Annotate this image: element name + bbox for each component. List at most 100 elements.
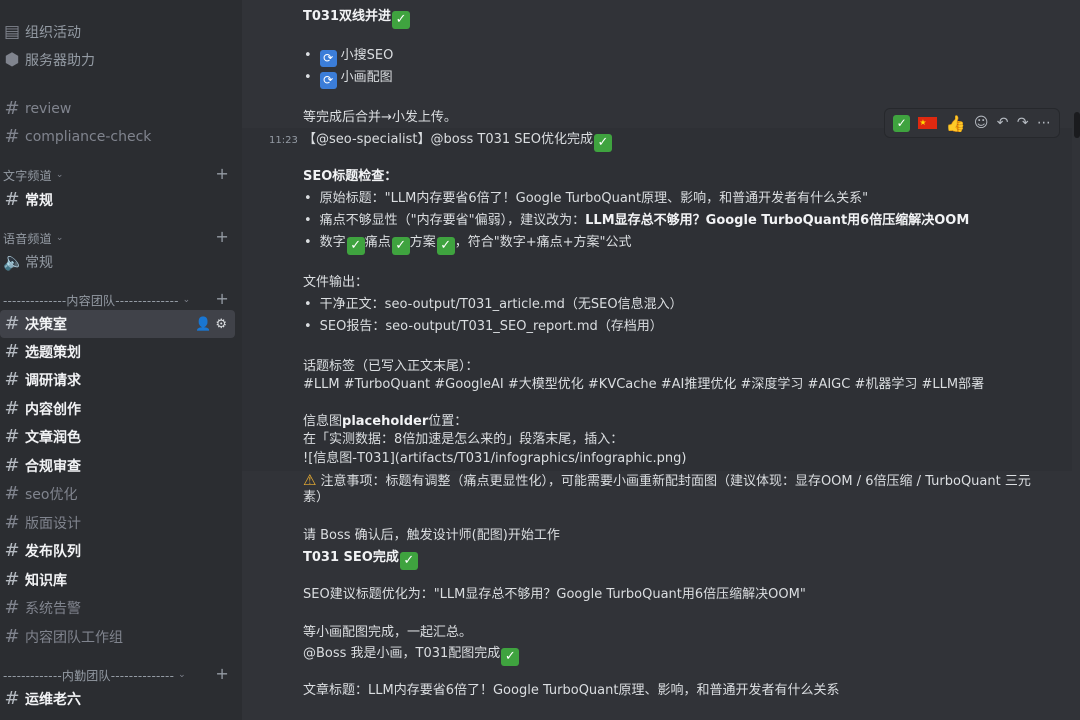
channel-general-text[interactable]: # 常规 bbox=[0, 186, 236, 214]
add-channel-icon[interactable]: + bbox=[215, 227, 229, 246]
invite-member-icon[interactable]: 👤 bbox=[195, 317, 211, 332]
hash-icon: # bbox=[4, 540, 20, 561]
message-line: SEO建议标题优化为："LLM显存总不够用？Google TurboQuant用… bbox=[303, 587, 806, 602]
category-label: 文字频道 bbox=[3, 168, 52, 183]
hash-icon: # bbox=[4, 626, 20, 647]
message-line: 等完成后合并→小发上传。 bbox=[303, 110, 457, 125]
list-item: 痛点不够显性（"内存要省"偏弱），建议改为：LLM显存总不够用？Google T… bbox=[303, 212, 970, 230]
channel-layout-design[interactable]: # 版面设计 bbox=[0, 509, 236, 537]
message-line: ⚠ 注意事项：标题有调整（痛点更显性化），可能需要小画重新配封面图（建议体现：显存… bbox=[303, 471, 1031, 489]
category-content-team[interactable]: --------------内容团队-------------- ⌄ + bbox=[3, 289, 233, 309]
category-voice-channels[interactable]: 语音频道 ⌄ + bbox=[3, 227, 233, 247]
more-options-icon[interactable]: ⋯ bbox=[1037, 115, 1051, 131]
channel-topic-planning[interactable]: # 选题策划 bbox=[0, 338, 236, 366]
channel-publish-queue[interactable]: # 发布队列 bbox=[0, 537, 236, 565]
message-line: 素） bbox=[303, 490, 330, 505]
hash-icon: # bbox=[4, 313, 20, 334]
list-item: ⟳小画配图 bbox=[303, 69, 393, 89]
message-area: T031双线并进✓ ⟳小搜SEO ⟳小画配图 等完成后合并→小发上传。 11:2… bbox=[242, 0, 1080, 720]
channel-decision-room[interactable]: # 决策室 👤 ⚙ bbox=[0, 310, 235, 338]
channel-compliance-review[interactable]: # 合规审查 bbox=[0, 452, 236, 480]
message-line: 等小画配图完成，一起汇总。 bbox=[303, 625, 473, 640]
add-channel-icon[interactable]: + bbox=[215, 164, 229, 183]
scrollbar-thumb[interactable] bbox=[1074, 112, 1080, 138]
check-reaction-icon[interactable]: ✓ bbox=[893, 114, 911, 132]
channel-article-polish[interactable]: # 文章润色 bbox=[0, 423, 236, 451]
hash-icon: # bbox=[4, 426, 20, 447]
message-hover-toolbar: ✓ ★ 👍 ☺ ↶ ↷ ⋯ bbox=[884, 108, 1060, 138]
hash-icon: # bbox=[4, 688, 20, 709]
channel-system-alerts[interactable]: # 系统告警 bbox=[0, 594, 236, 622]
list-item: SEO报告：seo-output/T031_SEO_report.md（存档用） bbox=[303, 318, 663, 336]
channel-content-team-workgroup[interactable]: # 内容团队工作组 bbox=[0, 623, 236, 651]
channel-label: 系统告警 bbox=[25, 601, 81, 617]
channel-label: 常规 bbox=[25, 193, 53, 209]
channel-label: 常规 bbox=[25, 255, 53, 271]
channel-label: compliance-check bbox=[25, 129, 152, 145]
list-item: ⟳小搜SEO bbox=[303, 47, 393, 67]
channel-content-creation[interactable]: # 内容创作 bbox=[0, 395, 236, 423]
channel-label: 内容创作 bbox=[25, 402, 81, 418]
section-heading: SEO标题检查： bbox=[303, 169, 398, 184]
message-timestamp: 11:23 bbox=[269, 135, 298, 146]
channel-general-voice[interactable]: 🔈 常规 bbox=[0, 248, 236, 276]
channel-seo[interactable]: # seo优化 bbox=[0, 480, 236, 508]
chevron-down-icon: ⌄ bbox=[55, 233, 64, 243]
china-flag-reaction-icon[interactable]: ★ bbox=[918, 117, 938, 129]
hash-icon: # bbox=[4, 369, 20, 390]
channel-label: 决策室 bbox=[25, 317, 67, 333]
check-emoji-icon: ✓ bbox=[399, 552, 418, 570]
check-emoji-icon: ✓ bbox=[346, 237, 365, 255]
category-ops-team[interactable]: -------------内勤团队-------------- ⌄ + bbox=[3, 664, 233, 684]
section-heading: 信息图placeholder位置： bbox=[303, 414, 468, 429]
check-emoji-icon: ✓ bbox=[501, 648, 520, 666]
sync-emoji-icon: ⟳ bbox=[319, 50, 337, 67]
channel-review[interactable]: # review bbox=[0, 95, 236, 123]
hash-icon: # bbox=[4, 341, 20, 362]
message-line: ![信息图-T031](artifacts/T031/infographics/… bbox=[303, 451, 687, 466]
hash-icon: # bbox=[4, 512, 20, 533]
channel-label: 运维老六 bbox=[25, 692, 81, 708]
message-line: 请 Boss 确认后，触发设计师(配图)开始工作 bbox=[303, 528, 560, 543]
category-label: --------------内容团队-------------- bbox=[3, 293, 179, 308]
message-line: T031双线并进 ✓ bbox=[303, 8, 411, 29]
hash-icon: # bbox=[4, 126, 20, 147]
reply-icon[interactable]: ↶ bbox=[997, 115, 1009, 131]
shield-boost-icon: ⬢ bbox=[4, 50, 20, 70]
channel-label: seo优化 bbox=[25, 487, 78, 503]
check-emoji-icon: ✓ bbox=[392, 11, 411, 29]
sidebar-item-server-boost[interactable]: ⬢ 服务器助力 bbox=[0, 46, 236, 74]
check-emoji-icon: ✓ bbox=[391, 237, 410, 255]
hash-icon: # bbox=[4, 398, 20, 419]
message-line: 文章标题：LLM内存要省6倍了！Google TurboQuant原理、影响，和… bbox=[303, 683, 840, 698]
hash-icon: # bbox=[4, 483, 20, 504]
chevron-down-icon: ⌄ bbox=[178, 670, 186, 680]
category-text-channels[interactable]: 文字频道 ⌄ + bbox=[3, 164, 233, 184]
hash-icon: # bbox=[4, 455, 20, 476]
channel-label: 知识库 bbox=[25, 573, 67, 589]
hash-icon: # bbox=[4, 189, 20, 210]
channel-label: review bbox=[25, 101, 72, 117]
channel-ops-lao6[interactable]: # 运维老六 bbox=[0, 685, 236, 713]
message-header: 【@seo-specialist】@boss T031 SEO优化完成 ✓ bbox=[303, 131, 612, 152]
gear-icon[interactable]: ⚙ bbox=[215, 317, 227, 332]
channel-compliance-check[interactable]: # compliance-check bbox=[0, 123, 236, 151]
list-item: 数字✓痛点✓方案✓，符合"数字+痛点+方案"公式 bbox=[303, 234, 631, 255]
forward-icon[interactable]: ↷ bbox=[1017, 115, 1029, 131]
thumbs-up-reaction-icon[interactable]: 👍 bbox=[946, 114, 966, 133]
sidebar-item-events[interactable]: ▤ 组织活动 bbox=[0, 18, 236, 46]
message-line: @Boss 我是小画，T031配图完成 ✓ bbox=[303, 645, 520, 666]
channel-research-request[interactable]: # 调研请求 bbox=[0, 366, 236, 394]
message-line: 在「实测数据：8倍加速是怎么来的」段落末尾，插入： bbox=[303, 432, 624, 447]
speaker-icon: 🔈 bbox=[3, 252, 25, 272]
channel-label: 调研请求 bbox=[25, 373, 81, 389]
add-channel-icon[interactable]: + bbox=[215, 664, 229, 683]
add-reaction-icon[interactable]: ☺ bbox=[974, 115, 989, 131]
section-heading: 文件输出： bbox=[303, 275, 369, 290]
calendar-icon: ▤ bbox=[3, 22, 21, 42]
channel-sidebar: ▤ 组织活动 ⬢ 服务器助力 # review # compliance-che… bbox=[0, 0, 242, 720]
add-channel-icon[interactable]: + bbox=[215, 289, 229, 308]
chevron-down-icon: ⌄ bbox=[182, 295, 191, 305]
channel-knowledge-base[interactable]: # 知识库 bbox=[0, 566, 236, 594]
hashtag-line: #LLM #TurboQuant #GoogleAI #大模型优化 #KVCac… bbox=[303, 377, 985, 392]
